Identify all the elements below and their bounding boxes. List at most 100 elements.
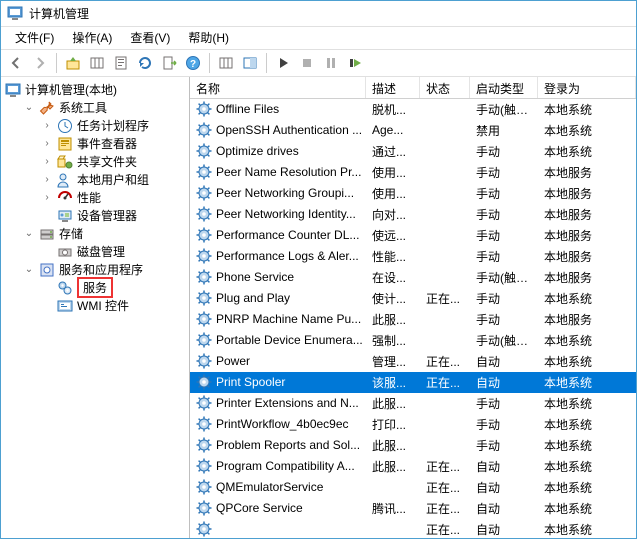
service-row[interactable]: Phone Service在设...手动(触发...本地服务 <box>190 267 636 288</box>
tree-local-users[interactable]: ›本地用户和组 <box>37 171 189 189</box>
service-row[interactable]: Problem Reports and Sol...此服...手动本地系统 <box>190 435 636 456</box>
service-desc: 使用... <box>366 183 420 204</box>
expand-icon[interactable]: ⌄ <box>23 264 35 275</box>
col-logon[interactable]: 登录为 <box>538 77 636 98</box>
show-pane-button[interactable] <box>239 52 261 74</box>
tree-device-manager[interactable]: 设备管理器 <box>37 207 189 225</box>
col-status[interactable]: 状态 <box>420 77 470 98</box>
service-name: OpenSSH Authentication ... <box>216 123 362 137</box>
service-logon: 本地系统 <box>538 393 636 414</box>
menu-view[interactable]: 查看(V) <box>122 27 178 48</box>
expand-icon[interactable]: › <box>41 120 53 131</box>
service-status: 正在... <box>420 498 470 519</box>
help-button[interactable] <box>182 52 204 74</box>
service-logon: 本地服务 <box>538 267 636 288</box>
service-startup: 手动(触发... <box>470 330 538 351</box>
menubar: 文件(F) 操作(A) 查看(V) 帮助(H) <box>1 27 636 49</box>
menu-help[interactable]: 帮助(H) <box>180 27 237 48</box>
tree-task-scheduler[interactable]: › 任务计划程序 <box>37 117 189 135</box>
service-row[interactable]: PrintWorkflow_4b0ec9ec打印...手动本地系统 <box>190 414 636 435</box>
service-logon: 本地系统 <box>538 330 636 351</box>
tree-storage[interactable]: ⌄ 存储 <box>19 225 189 243</box>
expand-icon[interactable]: ⌄ <box>23 228 35 239</box>
service-row[interactable]: Peer Networking Groupi...使用...手动本地服务 <box>190 183 636 204</box>
service-name: Peer Networking Identity... <box>216 207 356 221</box>
tree-system-tools[interactable]: ⌄ 系统工具 <box>19 99 189 117</box>
service-startup: 手动 <box>470 393 538 414</box>
tree-event-viewer[interactable]: ›事件查看器 <box>37 135 189 153</box>
service-desc: 使用... <box>366 162 420 183</box>
service-row[interactable]: Printer Extensions and N...此服...手动本地系统 <box>190 393 636 414</box>
gear-icon <box>196 458 212 474</box>
col-name[interactable]: 名称 <box>190 77 366 98</box>
service-name: PrintWorkflow_4b0ec9ec <box>216 417 349 431</box>
share-icon <box>57 154 73 170</box>
service-name: Offline Files <box>216 102 279 116</box>
tree-label: 设备管理器 <box>77 207 137 224</box>
nav-tree[interactable]: 计算机管理(本地) ⌄ 系统工具 ›任务计划程序 ›事件查看器 ›共享文 <box>1 77 190 538</box>
separator <box>56 53 57 73</box>
service-row[interactable]: Program Compatibility A...此服...正在...自动本地… <box>190 456 636 477</box>
refresh-button[interactable] <box>134 52 156 74</box>
col-startup[interactable]: 启动类型 <box>470 77 538 98</box>
service-row[interactable]: Offline Files脱机...手动(触发...本地系统 <box>190 99 636 120</box>
svcapp-icon <box>39 262 55 278</box>
export-button[interactable] <box>158 52 180 74</box>
service-row[interactable]: 正在...自动本地系统 <box>190 519 636 538</box>
tree-shared-folders[interactable]: ›共享文件夹 <box>37 153 189 171</box>
service-row[interactable]: Plug and Play使计...正在...手动本地系统 <box>190 288 636 309</box>
columns-button[interactable] <box>86 52 108 74</box>
device-icon <box>57 208 73 224</box>
service-name: Performance Logs & Aler... <box>216 249 359 263</box>
service-row[interactable]: Performance Logs & Aler...性能...手动本地服务 <box>190 246 636 267</box>
menu-file[interactable]: 文件(F) <box>7 27 62 48</box>
expand-icon[interactable]: ⌄ <box>23 102 35 113</box>
service-desc: 此服... <box>366 309 420 330</box>
tree-services-apps[interactable]: ⌄ 服务和应用程序 <box>19 261 189 279</box>
tree-label: 系统工具 <box>59 99 107 116</box>
expand-icon[interactable]: › <box>41 138 53 149</box>
col-desc[interactable]: 描述 <box>366 77 420 98</box>
tree-services[interactable]: 服务 <box>37 279 189 297</box>
tree-root[interactable]: 计算机管理(本地) <box>1 81 189 99</box>
service-desc: 此服... <box>366 456 420 477</box>
tree-label: 任务计划程序 <box>77 117 149 134</box>
rows-container[interactable]: Offline Files脱机...手动(触发...本地系统OpenSSH Au… <box>190 99 636 538</box>
service-startup: 手动 <box>470 288 538 309</box>
service-row[interactable]: QMEmulatorService正在...自动本地系统 <box>190 477 636 498</box>
properties-button[interactable] <box>110 52 132 74</box>
gear-icon <box>196 206 212 222</box>
service-desc <box>366 485 420 489</box>
hide-pane-button[interactable] <box>215 52 237 74</box>
services-list: 名称 描述 状态 启动类型 登录为 Offline Files脱机...手动(触… <box>190 77 636 538</box>
up-button[interactable] <box>62 52 84 74</box>
service-row[interactable]: OpenSSH Authentication ...Age...禁用本地系统 <box>190 120 636 141</box>
expand-icon[interactable]: › <box>41 156 53 167</box>
disk-icon <box>57 244 73 260</box>
service-row[interactable]: Optimize drives通过...手动本地系统 <box>190 141 636 162</box>
service-desc: 管理... <box>366 351 420 372</box>
tree-wmi[interactable]: WMI 控件 <box>37 297 189 315</box>
service-row[interactable]: QPCore Service腾讯...正在...自动本地系统 <box>190 498 636 519</box>
service-row[interactable]: Power管理...正在...自动本地系统 <box>190 351 636 372</box>
service-row[interactable]: PNRP Machine Name Pu...此服...手动本地服务 <box>190 309 636 330</box>
tree-performance[interactable]: ›性能 <box>37 189 189 207</box>
service-row[interactable]: Peer Name Resolution Pr...使用...手动本地服务 <box>190 162 636 183</box>
service-name: Peer Name Resolution Pr... <box>216 165 361 179</box>
start-service-button[interactable] <box>272 52 294 74</box>
service-row[interactable]: Performance Counter DL...使远...手动本地服务 <box>190 225 636 246</box>
service-name: Phone Service <box>216 270 294 284</box>
menu-action[interactable]: 操作(A) <box>64 27 120 48</box>
service-logon: 本地服务 <box>538 225 636 246</box>
expand-icon[interactable]: › <box>41 174 53 185</box>
gear-icon <box>196 143 212 159</box>
back-button[interactable] <box>5 52 27 74</box>
service-row[interactable]: Peer Networking Identity...向对...手动本地服务 <box>190 204 636 225</box>
service-row[interactable]: Print Spooler该服...正在...自动本地系统 <box>190 372 636 393</box>
expand-icon[interactable]: › <box>41 192 53 203</box>
restart-service-button[interactable] <box>344 52 366 74</box>
service-logon: 本地系统 <box>538 372 636 393</box>
service-row[interactable]: Portable Device Enumera...强制...手动(触发...本… <box>190 330 636 351</box>
tree-disk-mgmt[interactable]: 磁盘管理 <box>37 243 189 261</box>
toolbar <box>1 49 636 77</box>
